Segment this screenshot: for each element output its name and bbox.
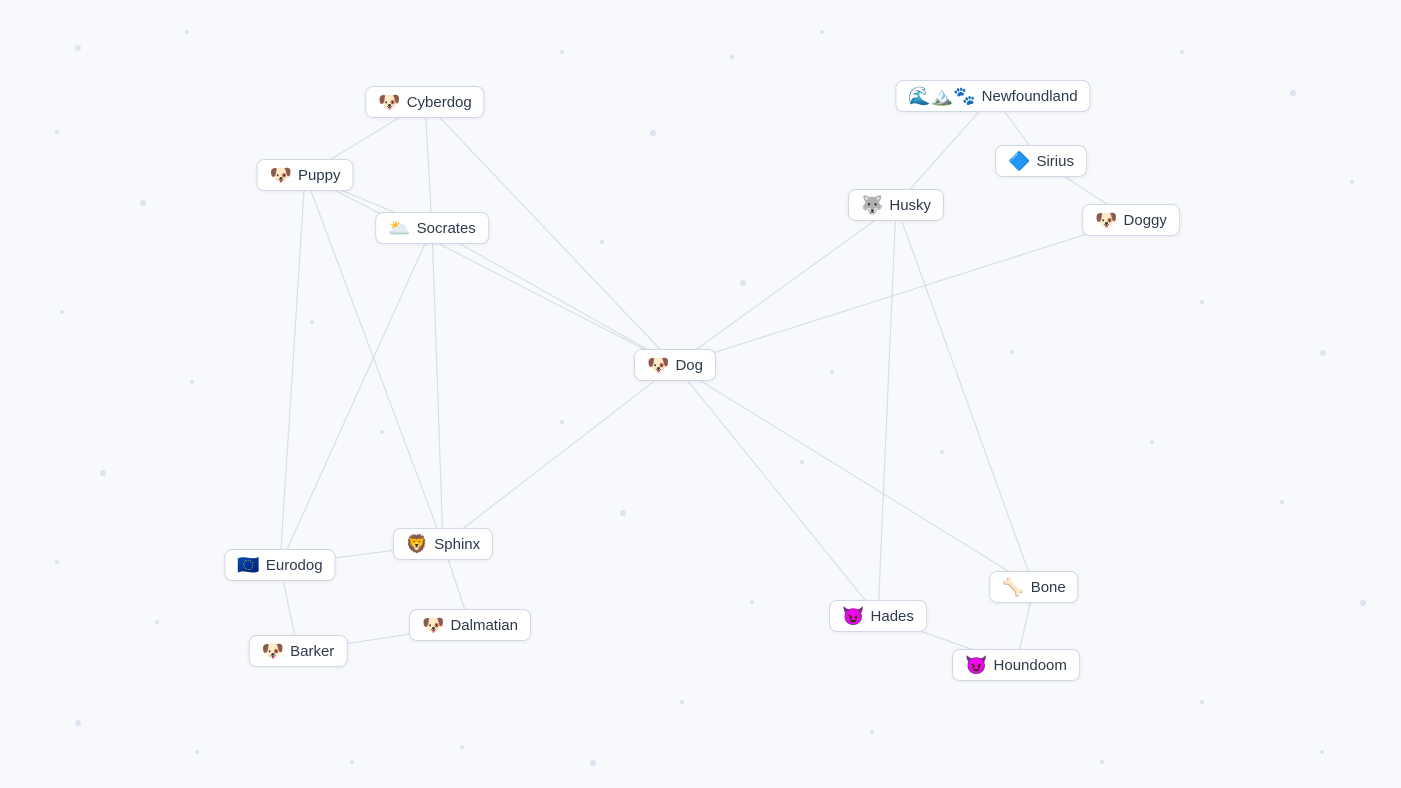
node-icon-socrates: 🌥️	[388, 219, 410, 237]
node-label-bone: Bone	[1031, 579, 1066, 596]
graph-node-husky[interactable]: 🐺 Husky	[848, 189, 944, 221]
graph-node-hades[interactable]: 😈 Hades	[829, 600, 927, 632]
graph-node-sphinx[interactable]: 🦁 Sphinx	[393, 528, 493, 560]
graph-node-sirius[interactable]: 🔷 Sirius	[995, 145, 1087, 177]
node-icon-sirius: 🔷	[1008, 152, 1030, 170]
node-label-barker: Barker	[290, 643, 334, 660]
node-label-houndoom: Houndoom	[994, 657, 1067, 674]
graph-node-cyberdog[interactable]: 🐶 Cyberdog	[365, 86, 484, 118]
node-label-newfoundland: Newfoundland	[982, 88, 1078, 105]
node-icon-sphinx: 🦁	[406, 535, 428, 553]
node-label-doggy: Doggy	[1124, 212, 1167, 229]
node-label-sirius: Sirius	[1036, 153, 1074, 170]
graph-node-socrates[interactable]: 🌥️ Socrates	[375, 212, 489, 244]
graph-node-houndoom[interactable]: 😈 Houndoom	[952, 649, 1080, 681]
node-label-cyberdog: Cyberdog	[407, 94, 472, 111]
node-label-dalmatian: Dalmatian	[450, 617, 518, 634]
node-icon-doggy: 🐶	[1095, 211, 1117, 229]
node-icon-houndoom: 😈	[965, 656, 987, 674]
node-label-hades: Hades	[871, 608, 914, 625]
graph-node-newfoundland[interactable]: 🌊🏔️🐾 Newfoundland	[895, 80, 1090, 112]
node-icon-bone: 🦴	[1002, 578, 1024, 596]
graph-node-barker[interactable]: 🐶 Barker	[249, 635, 348, 667]
node-label-dog: Dog	[675, 357, 703, 374]
node-icon-eurodog: 🇪🇺	[237, 556, 259, 574]
node-icon-newfoundland: 🌊🏔️🐾	[908, 87, 975, 105]
graph-node-puppy[interactable]: 🐶 Puppy	[257, 159, 354, 191]
graph-node-doggy[interactable]: 🐶 Doggy	[1082, 204, 1180, 236]
node-label-puppy: Puppy	[298, 167, 341, 184]
node-icon-barker: 🐶	[262, 642, 284, 660]
node-icon-husky: 🐺	[861, 196, 883, 214]
graph-edges	[0, 0, 1401, 788]
node-label-socrates: Socrates	[417, 220, 476, 237]
node-icon-cyberdog: 🐶	[378, 93, 400, 111]
graph-node-dalmatian[interactable]: 🐶 Dalmatian	[409, 609, 531, 641]
node-icon-dalmatian: 🐶	[422, 616, 444, 634]
node-label-eurodog: Eurodog	[266, 557, 323, 574]
node-icon-hades: 😈	[842, 607, 864, 625]
node-label-sphinx: Sphinx	[434, 536, 480, 553]
node-icon-dog: 🐶	[647, 356, 669, 374]
graph-node-bone[interactable]: 🦴 Bone	[989, 571, 1078, 603]
graph-node-dog[interactable]: 🐶 Dog	[634, 349, 716, 381]
graph-node-eurodog[interactable]: 🇪🇺 Eurodog	[224, 549, 335, 581]
node-icon-puppy: 🐶	[270, 166, 292, 184]
node-label-husky: Husky	[889, 197, 931, 214]
